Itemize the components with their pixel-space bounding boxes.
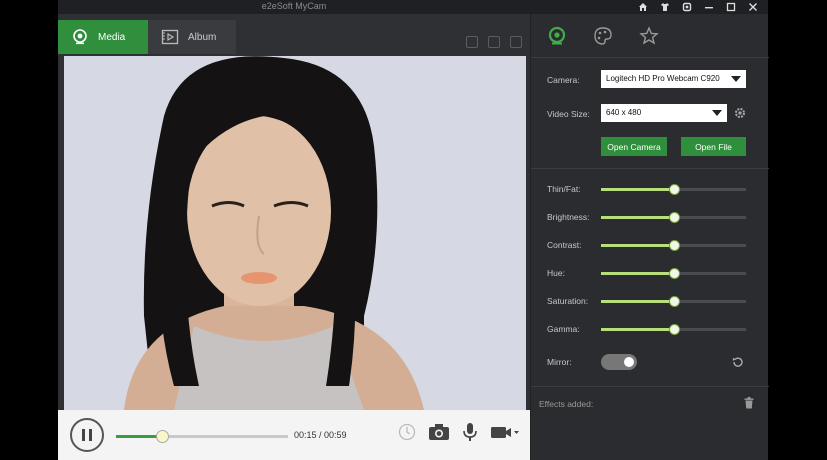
slider-fill bbox=[601, 244, 674, 247]
title-bar: e2eSoft MyCam bbox=[58, 0, 768, 14]
time-readout: 00:15 / 00:59 bbox=[294, 430, 347, 440]
clock-icon[interactable] bbox=[398, 423, 416, 441]
webcam-icon bbox=[70, 27, 90, 47]
slider-label: Hue: bbox=[547, 268, 565, 278]
video-camera-icon[interactable] bbox=[490, 424, 520, 440]
close-icon[interactable] bbox=[746, 1, 760, 13]
home-icon[interactable] bbox=[636, 1, 650, 13]
toggle-knob bbox=[624, 357, 634, 367]
reset-icon[interactable] bbox=[732, 356, 744, 368]
webcam-preview bbox=[64, 56, 526, 410]
gear-icon[interactable] bbox=[734, 107, 746, 119]
settings-panel: Camera: Logitech HD Pro Webcam C920 Vide… bbox=[530, 14, 769, 460]
tab-media[interactable]: Media bbox=[58, 20, 148, 54]
chevron-down-icon bbox=[712, 110, 722, 116]
mirror-label: Mirror: bbox=[547, 357, 572, 367]
slider-knob[interactable] bbox=[668, 296, 680, 307]
settings-icon[interactable] bbox=[680, 1, 694, 13]
camera-select[interactable]: Logitech HD Pro Webcam C920 bbox=[601, 70, 746, 88]
slider-knob[interactable] bbox=[668, 324, 680, 335]
adjustment-slider[interactable] bbox=[601, 212, 746, 223]
app-window: e2eSoft MyCam Media Album 00:15 / 00:59 … bbox=[58, 0, 769, 460]
window-controls bbox=[636, 0, 760, 14]
trash-icon[interactable] bbox=[743, 397, 755, 409]
divider bbox=[531, 386, 769, 387]
slider-fill bbox=[601, 272, 674, 275]
slider-fill bbox=[601, 328, 674, 331]
video-size-select[interactable]: 640 x 480 bbox=[601, 104, 727, 122]
slider-label: Gamma: bbox=[547, 324, 580, 334]
slider-fill bbox=[601, 188, 674, 191]
slider-label: Brightness: bbox=[547, 212, 590, 222]
slider-fill bbox=[601, 300, 674, 303]
effects-label: Effects added: bbox=[539, 399, 594, 409]
crop-mode-icon[interactable] bbox=[510, 36, 522, 48]
shirt-icon[interactable] bbox=[658, 1, 672, 13]
view-tools bbox=[466, 36, 522, 48]
adjustment-slider[interactable] bbox=[601, 240, 746, 251]
slider-knob[interactable] bbox=[668, 212, 680, 223]
slider-knob[interactable] bbox=[668, 268, 680, 279]
adjustment-slider[interactable] bbox=[601, 324, 746, 335]
tab-media-label: Media bbox=[98, 31, 126, 43]
progress-knob[interactable] bbox=[156, 430, 170, 443]
video-size-value: 640 x 480 bbox=[606, 108, 642, 117]
tab-album-label: Album bbox=[188, 31, 217, 43]
maximize-icon[interactable] bbox=[724, 1, 738, 13]
camera-label: Camera: bbox=[547, 75, 580, 85]
progress-bar[interactable] bbox=[116, 430, 288, 443]
palette-icon[interactable] bbox=[591, 24, 615, 48]
panel-tabs bbox=[545, 24, 661, 48]
adjustment-slider[interactable] bbox=[601, 296, 746, 307]
chevron-down-icon bbox=[731, 76, 741, 82]
player-controls: 00:15 / 00:59 bbox=[58, 410, 530, 460]
adjustment-slider[interactable] bbox=[601, 268, 746, 279]
camera-icon[interactable] bbox=[428, 423, 450, 441]
slider-label: Thin/Fat: bbox=[547, 184, 581, 194]
minimize-icon[interactable] bbox=[702, 1, 716, 13]
open-camera-button[interactable]: Open Camera bbox=[601, 137, 667, 156]
mirror-toggle[interactable] bbox=[601, 354, 637, 370]
slider-label: Contrast: bbox=[547, 240, 582, 250]
divider bbox=[531, 168, 769, 169]
adjustment-slider[interactable] bbox=[601, 184, 746, 195]
webcam-icon[interactable] bbox=[545, 24, 569, 48]
capture-tools bbox=[398, 422, 520, 442]
snapshot-mode-icon[interactable] bbox=[466, 36, 478, 48]
layout-mode-icon[interactable] bbox=[488, 36, 500, 48]
main-tabs: Media Album bbox=[58, 20, 236, 54]
album-icon bbox=[160, 27, 180, 47]
media-area: Media Album 00:15 / 00:59 bbox=[58, 14, 530, 460]
tab-album[interactable]: Album bbox=[148, 20, 236, 54]
slider-fill bbox=[601, 216, 674, 219]
slider-knob[interactable] bbox=[668, 240, 680, 251]
video-size-label: Video Size: bbox=[547, 109, 590, 119]
divider bbox=[531, 57, 769, 58]
pause-button[interactable] bbox=[70, 418, 104, 452]
slider-label: Saturation: bbox=[547, 296, 589, 306]
camera-value: Logitech HD Pro Webcam C920 bbox=[606, 74, 720, 83]
microphone-icon[interactable] bbox=[462, 422, 478, 442]
star-icon[interactable] bbox=[637, 24, 661, 48]
preview-image bbox=[64, 56, 526, 410]
window-title: e2eSoft MyCam bbox=[261, 1, 327, 11]
slider-knob[interactable] bbox=[668, 184, 680, 195]
open-file-button[interactable]: Open File bbox=[681, 137, 746, 156]
